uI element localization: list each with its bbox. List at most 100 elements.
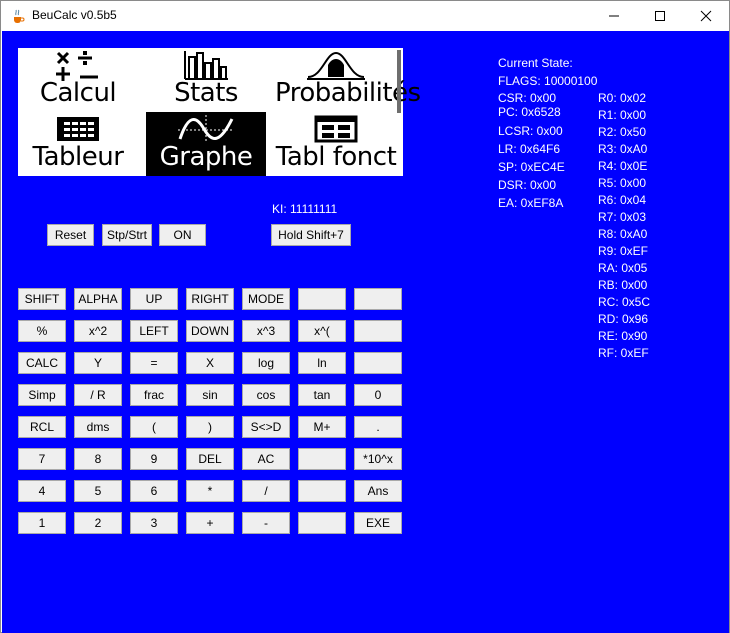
key-button[interactable]: Simp <box>18 384 66 406</box>
key-button[interactable]: / R <box>74 384 122 406</box>
key-button[interactable]: tan <box>298 384 346 406</box>
tableur-icon <box>57 117 99 141</box>
key-blank[interactable] <box>354 352 402 374</box>
menu-item-graphe[interactable]: Graphe <box>146 112 266 176</box>
reset-button[interactable]: Reset <box>47 224 94 246</box>
key-button[interactable]: x^( <box>298 320 346 342</box>
key-button[interactable]: X <box>186 352 234 374</box>
key-button[interactable]: CALC <box>18 352 66 374</box>
key-button[interactable]: UP <box>130 288 178 310</box>
key-button[interactable]: 2 <box>74 512 122 534</box>
register-readout: SP: 0xEC4E <box>498 160 565 174</box>
key-button[interactable]: M+ <box>298 416 346 438</box>
tabl-fonct-icon <box>314 115 358 143</box>
maximize-button[interactable] <box>637 1 683 31</box>
key-button[interactable]: DEL <box>186 448 234 470</box>
menu-item-label: Tabl fonct <box>275 142 397 172</box>
key-button[interactable]: SHIFT <box>18 288 66 310</box>
menu-item-label: Graphe <box>159 142 253 172</box>
key-button[interactable]: ( <box>130 416 178 438</box>
key-button[interactable]: - <box>242 512 290 534</box>
on-button[interactable]: ON <box>159 224 206 246</box>
key-button[interactable]: Ans <box>354 480 402 502</box>
register-readout: RC: 0x5C <box>598 295 651 309</box>
register-readout: LR: 0x64F6 <box>498 142 561 156</box>
stats-icon <box>184 51 228 80</box>
key-button[interactable]: cos <box>242 384 290 406</box>
probabilites-icon <box>307 51 365 80</box>
register-readout: R7: 0x03 <box>598 210 647 224</box>
register-readout: R4: 0x0E <box>598 159 648 173</box>
graphe-icon <box>178 115 234 143</box>
key-button[interactable]: * <box>186 480 234 502</box>
key-blank[interactable] <box>298 448 346 470</box>
key-button[interactable]: 8 <box>74 448 122 470</box>
calculator-screen[interactable]: Calcul Stats Probabilités Tableur Graphe… <box>18 48 421 176</box>
key-button[interactable]: % <box>18 320 66 342</box>
hold-shift-7-button[interactable]: Hold Shift+7 <box>271 224 351 246</box>
menu-item-stats[interactable]: Stats <box>146 48 266 112</box>
key-button[interactable]: ln <box>298 352 346 374</box>
minimize-button[interactable] <box>591 1 637 31</box>
key-button[interactable]: x^3 <box>242 320 290 342</box>
key-button[interactable]: *10^x <box>354 448 402 470</box>
key-button[interactable]: log <box>242 352 290 374</box>
key-button[interactable]: AC <box>242 448 290 470</box>
register-readout: R3: 0xA0 <box>598 142 648 156</box>
key-button[interactable]: 3 <box>130 512 178 534</box>
key-button[interactable]: 1 <box>18 512 66 534</box>
key-button[interactable]: S<>D <box>242 416 290 438</box>
key-button[interactable]: ) <box>186 416 234 438</box>
key-button[interactable]: dms <box>74 416 122 438</box>
key-button[interactable]: 4 <box>18 480 66 502</box>
ki-readout: KI: 11111111 <box>272 202 338 216</box>
register-readout: EA: 0xEF8A <box>498 196 564 210</box>
menu-item-calcul[interactable]: Calcul <box>18 48 138 112</box>
register-readout: DSR: 0x00 <box>498 178 557 192</box>
register-readout: RB: 0x00 <box>598 278 648 292</box>
key-button[interactable]: sin <box>186 384 234 406</box>
key-button[interactable]: x^2 <box>74 320 122 342</box>
key-button[interactable]: 5 <box>74 480 122 502</box>
register-readout: R5: 0x00 <box>598 176 647 190</box>
key-button[interactable]: EXE <box>354 512 402 534</box>
close-icon <box>700 10 712 22</box>
key-button[interactable]: MODE <box>242 288 290 310</box>
register-readout: RE: 0x90 <box>598 329 648 343</box>
key-blank[interactable] <box>298 512 346 534</box>
key-button[interactable]: / <box>242 480 290 502</box>
menu-item-tableur[interactable]: Tableur <box>18 112 138 176</box>
menu-item-label: Calcul <box>39 78 117 108</box>
state-heading: Current State: <box>498 56 573 70</box>
register-readout: R8: 0xA0 <box>598 227 648 241</box>
key-blank[interactable] <box>354 320 402 342</box>
key-button[interactable]: DOWN <box>186 320 234 342</box>
key-blank[interactable] <box>298 288 346 310</box>
key-button[interactable]: 7 <box>18 448 66 470</box>
key-button[interactable]: LEFT <box>130 320 178 342</box>
key-button[interactable]: RCL <box>18 416 66 438</box>
menu-scrollbar[interactable] <box>397 50 401 113</box>
key-button[interactable]: Y <box>74 352 122 374</box>
menu-item-tabl-fonct[interactable]: Tabl fonct <box>275 112 397 176</box>
key-blank[interactable] <box>354 288 402 310</box>
key-button[interactable]: . <box>354 416 402 438</box>
stop-start-button[interactable]: Stp/Strt <box>102 224 152 246</box>
key-button[interactable]: 9 <box>130 448 178 470</box>
menu-item-probabilites[interactable]: Probabilités <box>275 48 421 112</box>
close-button[interactable] <box>683 1 729 31</box>
key-button[interactable]: + <box>186 512 234 534</box>
key-button[interactable]: 6 <box>130 480 178 502</box>
key-button[interactable]: ALPHA <box>74 288 122 310</box>
key-blank[interactable] <box>298 480 346 502</box>
register-readout: RF: 0xEF <box>598 346 649 360</box>
app-window: BeuCalc v0.5b5 Calcul Stats Probabilités… <box>0 0 730 633</box>
title-bar[interactable]: BeuCalc v0.5b5 <box>1 1 729 31</box>
key-button[interactable]: 0 <box>354 384 402 406</box>
key-button[interactable]: = <box>130 352 178 374</box>
key-button[interactable]: frac <box>130 384 178 406</box>
menu-item-label: Stats <box>174 78 238 108</box>
java-coffee-icon <box>10 8 26 24</box>
menu-item-label: Probabilités <box>275 78 421 108</box>
key-button[interactable]: RIGHT <box>186 288 234 310</box>
